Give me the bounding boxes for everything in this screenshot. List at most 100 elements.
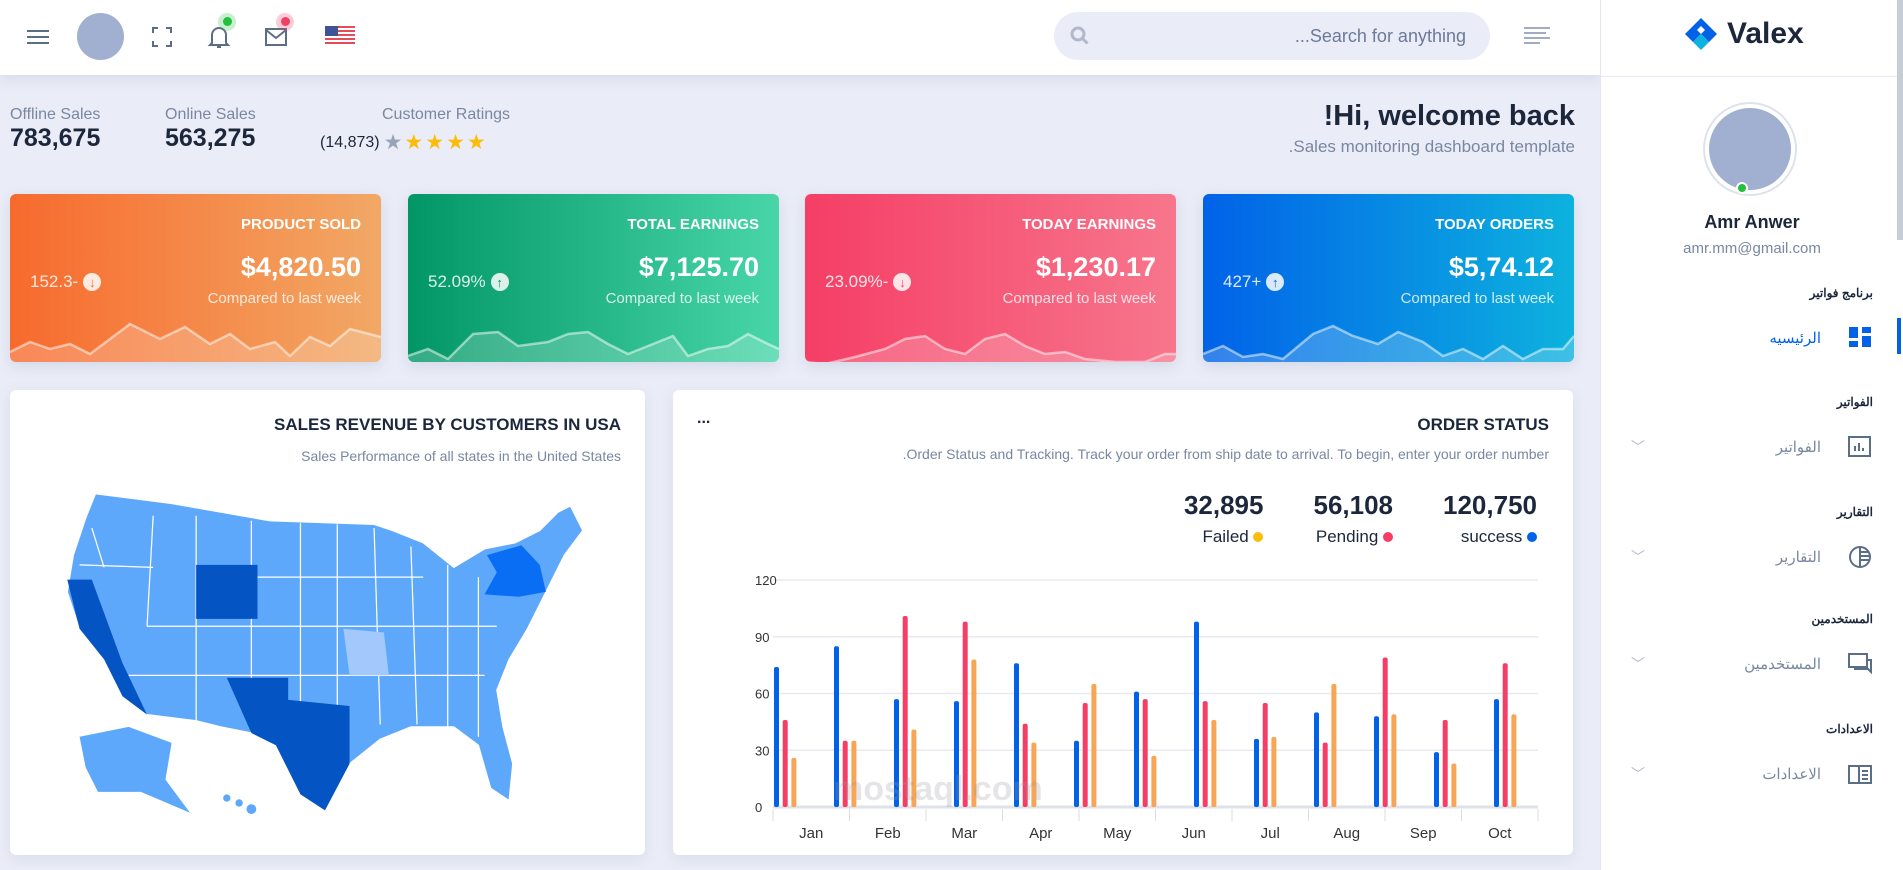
us-flag-icon[interactable] xyxy=(325,26,355,46)
page-title: !Hi, welcome back xyxy=(1323,100,1575,132)
pie-chart-icon xyxy=(1847,544,1873,570)
card-sparkline xyxy=(805,332,1176,362)
page-subtitle: .Sales monitoring dashboard template xyxy=(1288,137,1575,156)
bar-failed xyxy=(1331,684,1337,807)
online-status-dot xyxy=(1736,182,1748,194)
bar-pending xyxy=(1382,657,1388,807)
x-tick-label: Jan xyxy=(799,825,823,842)
sidebar-section-heading: الفواتير xyxy=(1836,395,1873,409)
bar-pending xyxy=(1202,701,1208,807)
ratings-count: (14,873) xyxy=(320,133,380,151)
customer-ratings-stat: Customer Ratings (14,873) ★★★★★ xyxy=(320,106,510,155)
fullscreen-icon[interactable] xyxy=(145,20,179,54)
chevron-down-icon[interactable]: ﹀ xyxy=(1631,437,1645,457)
bar-pending xyxy=(782,719,788,807)
bar-success xyxy=(1434,752,1439,807)
brand-name: Valex xyxy=(1727,17,1804,50)
x-tick-label: Apr xyxy=(1029,825,1052,842)
valex-logo-icon xyxy=(1685,18,1717,50)
star-icon: ★ xyxy=(446,131,467,154)
y-tick-label: 30 xyxy=(755,743,769,758)
bar-success xyxy=(1374,716,1379,807)
bar-pending xyxy=(1082,702,1088,807)
bar-failed xyxy=(1091,684,1097,807)
bar-success xyxy=(1194,621,1199,807)
bar-success xyxy=(1254,738,1259,807)
x-tick-label: Sep xyxy=(1410,825,1437,842)
scrollbar-thumb[interactable] xyxy=(1897,0,1903,240)
sidebar-section-heading: برنامج فواتير xyxy=(1809,286,1873,300)
order-status-panel: ... ORDER STATUS .Order Status and Track… xyxy=(673,390,1573,855)
state-hawaii[interactable] xyxy=(223,794,257,815)
chevron-down-icon[interactable]: ﹀ xyxy=(1631,547,1645,567)
sidebar-item-label: المستخدمين xyxy=(1744,656,1821,673)
stat-label: Online Sales xyxy=(165,106,256,123)
card-sparkline xyxy=(10,322,381,362)
x-tick-label: Jun xyxy=(1182,825,1206,842)
state-missouri[interactable] xyxy=(343,628,389,676)
mail-icon[interactable] xyxy=(260,13,294,54)
user-avatar[interactable] xyxy=(1705,104,1795,194)
brand-logo[interactable]: Valex xyxy=(1681,14,1804,54)
kpi-card[interactable]: TODAY ORDERS $5,74.12 Compared to last w… xyxy=(1203,194,1574,362)
state-wyoming[interactable] xyxy=(196,564,258,619)
sidebar-item[interactable]: ﹀ التقارير xyxy=(1631,539,1873,575)
star-icon: ★ xyxy=(466,131,488,154)
right-menu-icon[interactable] xyxy=(1520,19,1554,53)
search-bar[interactable] xyxy=(1054,12,1490,60)
bar-failed xyxy=(1511,714,1517,807)
online-sales-stat: Online Sales 563,275 xyxy=(165,106,256,153)
kpi-card[interactable]: TODAY EARNINGS $1,230.17 Compared to las… xyxy=(805,194,1176,362)
sidebar: Valex Amr Anwer amr.mm@gmail.com برنامج … xyxy=(1600,0,1903,870)
bar-pending xyxy=(1142,699,1148,807)
card-sparkline xyxy=(408,330,779,362)
kpi-card[interactable]: PRODUCT SOLD $4,820.50 Compared to last … xyxy=(10,194,381,362)
x-tick-label: May xyxy=(1103,825,1132,842)
stat-value: 783,675 xyxy=(10,124,101,152)
sidebar-item[interactable]: ﹀ المستخدمين xyxy=(1631,646,1873,682)
y-tick-label: 90 xyxy=(755,630,769,645)
chevron-down-icon[interactable]: ﹀ xyxy=(1631,764,1645,784)
bar-chart-icon xyxy=(1847,434,1873,460)
bar-failed xyxy=(1211,719,1217,807)
bar-success xyxy=(774,667,779,807)
state-alaska[interactable] xyxy=(79,726,190,813)
search-input[interactable] xyxy=(1110,12,1466,60)
x-tick-label: Feb xyxy=(875,825,901,842)
notification-badge xyxy=(218,13,236,31)
hamburger-menu-icon[interactable] xyxy=(21,20,55,54)
sidebar-item[interactable]: ﹀ الفواتير xyxy=(1631,429,1873,465)
sidebar-section-heading: التقارير xyxy=(1836,505,1873,519)
notification-bell-icon[interactable] xyxy=(202,13,236,54)
divider xyxy=(1601,76,1903,77)
offline-sales-stat: Offline Sales 783,675 xyxy=(10,106,100,153)
bar-success xyxy=(1074,740,1079,807)
bar-failed xyxy=(1391,714,1397,807)
sidebar-item-label: التقارير xyxy=(1775,549,1821,566)
bar-failed xyxy=(1151,755,1157,807)
user-email: amr.mm@gmail.com xyxy=(1683,240,1821,257)
bar-failed xyxy=(1271,737,1277,807)
panel-subtitle: Sales Performance of all states in the U… xyxy=(301,448,621,464)
bar-pending xyxy=(1442,719,1448,807)
sidebar-section-heading: الاعدادات xyxy=(1826,722,1873,736)
bar-pending xyxy=(1322,742,1328,807)
usa-map[interactable] xyxy=(55,490,595,830)
stat-value: 563,275 xyxy=(165,124,256,152)
sidebar-item[interactable]: الرئيسيه xyxy=(1631,320,1873,356)
panel-title: SALES REVENUE BY CUSTOMERS IN USA xyxy=(274,415,621,434)
sidebar-item-label: الفواتير xyxy=(1775,439,1821,456)
sidebar-item[interactable]: ﹀ الاعدادات xyxy=(1631,756,1873,792)
sidebar-section-heading: المستخدمين xyxy=(1811,612,1873,626)
chevron-down-icon[interactable]: ﹀ xyxy=(1631,654,1645,674)
chat-icon xyxy=(1847,651,1873,677)
y-tick-label: 60 xyxy=(755,687,769,702)
bar-success xyxy=(1134,691,1139,807)
header-avatar[interactable] xyxy=(77,13,124,60)
kpi-card[interactable]: TOTAL EARNINGS $7,125.70 Compared to las… xyxy=(408,194,779,362)
order-status-chart: 0 30 60 90 120 Jan Feb Mar Apr May Jun Jul Aug Sep Oct xyxy=(755,573,1539,842)
bar-success xyxy=(1494,699,1499,807)
stat-label: Customer Ratings xyxy=(382,106,511,123)
bar-pending xyxy=(1262,702,1268,807)
x-tick-label: Mar xyxy=(951,825,977,842)
